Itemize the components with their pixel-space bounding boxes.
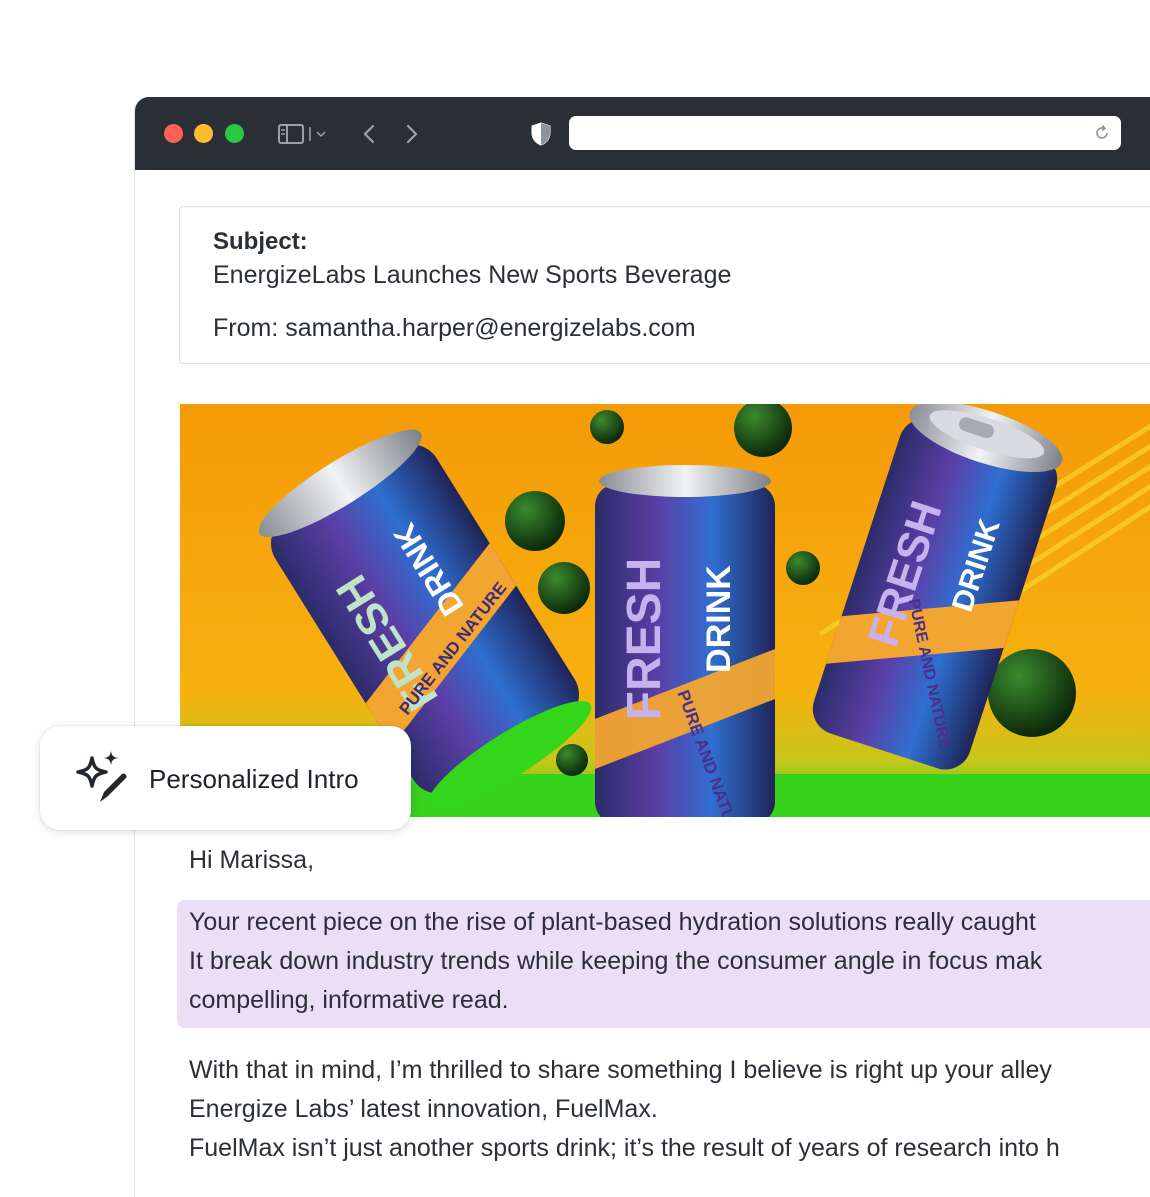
sparkle-pen-icon bbox=[76, 751, 127, 802]
greeting: Hi Marissa, bbox=[189, 846, 315, 874]
close-window-button[interactable] bbox=[164, 124, 183, 143]
browser-toolbar bbox=[135, 97, 1150, 170]
minimize-window-button[interactable] bbox=[194, 124, 213, 143]
badge-label: Personalized Intro bbox=[149, 764, 359, 794]
body-line-3: FuelMax isn’t just another sports drink;… bbox=[189, 1134, 1060, 1162]
maximize-window-button[interactable] bbox=[225, 124, 244, 143]
can-middle-brand: FRESH bbox=[618, 558, 671, 721]
intro-line-3: compelling, informative read. bbox=[189, 986, 509, 1014]
from-line: From: samantha.harper@energizelabs.com bbox=[213, 314, 696, 342]
body-line-2: Energize Labs’ latest innovation, FuelMa… bbox=[189, 1095, 658, 1123]
email-header: Subject: EnergizeLabs Launches New Sport… bbox=[179, 206, 1150, 364]
subject-label: Subject: bbox=[213, 228, 308, 255]
chevron-down-icon[interactable] bbox=[307, 120, 329, 148]
can-middle-word2: DRINK bbox=[700, 565, 738, 673]
address-bar[interactable] bbox=[569, 116, 1121, 150]
personalized-intro-badge[interactable]: Personalized Intro bbox=[40, 726, 411, 830]
intro-line-2: It break down industry trends while keep… bbox=[189, 947, 1043, 975]
can-middle: FRESH DRINK PURE AND NATURE bbox=[595, 465, 775, 817]
sidebar-icon[interactable] bbox=[277, 120, 305, 148]
back-icon[interactable] bbox=[355, 120, 383, 148]
forward-icon[interactable] bbox=[398, 120, 426, 148]
body-line-1: With that in mind, I’m thrilled to share… bbox=[189, 1056, 1052, 1084]
subject-value: EnergizeLabs Launches New Sports Beverag… bbox=[213, 261, 732, 289]
intro-line-1: Your recent piece on the rise of plant-b… bbox=[189, 908, 1036, 936]
reload-icon[interactable] bbox=[1093, 124, 1111, 142]
shield-icon[interactable] bbox=[527, 120, 555, 148]
